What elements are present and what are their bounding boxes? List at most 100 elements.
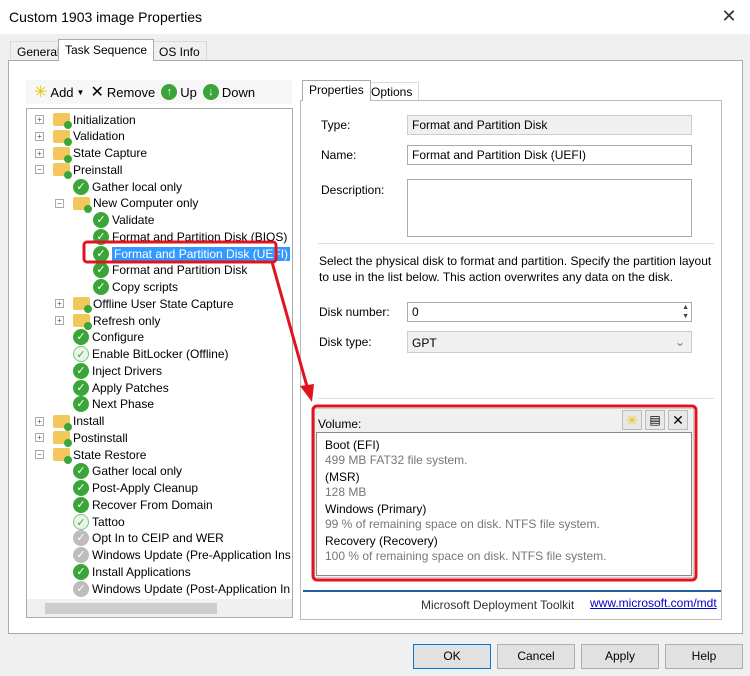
tree-item[interactable]: ✓ Enable BitLocker (Offline) (55, 346, 229, 363)
new-volume-icon[interactable]: ✳ (622, 410, 642, 430)
tree-item-label: Install (73, 414, 105, 428)
tree-item-label: Windows Update (Post-Application In (92, 581, 291, 596)
volume-item[interactable]: Windows (Primary) 99 % of remaining space… (325, 502, 683, 532)
tree-item[interactable]: + Validation (35, 128, 125, 146)
disk-number-input[interactable]: 0 ▲ ▼ (407, 302, 692, 322)
tree-item[interactable]: ✓ Validate (75, 212, 154, 229)
horizontal-scroll-thumb[interactable] (45, 603, 217, 614)
tree-item-label: Format and Partition Disk (BIOS) (112, 229, 288, 244)
tree-item[interactable]: ✓ Windows Update (Pre-Application Ins (55, 547, 291, 564)
expand-toggle-icon[interactable]: + (35, 148, 44, 158)
tree-item[interactable]: + Offline User State Capture (55, 295, 234, 314)
expand-toggle-icon[interactable]: + (55, 316, 64, 325)
volume-properties-icon[interactable]: ▤ (645, 410, 665, 430)
tree-item-label: New Computer only (93, 196, 199, 211)
tree-item[interactable]: + State Capture (35, 145, 147, 163)
folder-icon (73, 314, 92, 330)
tree-item[interactable]: ✓ Configure (55, 329, 144, 346)
check-icon: ✓ (93, 279, 109, 295)
tree-item[interactable]: ✓ Windows Update (Post-Application In (55, 580, 290, 597)
tree-item[interactable]: ✓ Gather local only (55, 463, 182, 480)
disabled-check-icon: ✓ (73, 530, 89, 547)
close-icon[interactable]: ✕ (716, 6, 742, 28)
tree-item[interactable]: ✓ Apply Patches (55, 379, 169, 396)
tree-connector (55, 467, 64, 476)
expand-toggle-icon[interactable]: + (55, 299, 64, 309)
tree-item-label: Preinstall (73, 162, 123, 177)
expand-toggle-icon[interactable]: − (35, 450, 44, 459)
up-button[interactable]: ↑ Up (161, 84, 197, 100)
tree-connector (75, 232, 84, 241)
disk-type-select[interactable]: GPT ⌄ (407, 331, 692, 353)
mdt-link[interactable]: www.microsoft.com/mdt (590, 596, 717, 610)
tree-item[interactable]: ✓ Recover From Domain (55, 496, 213, 513)
disabled-check-icon: ✓ (73, 547, 89, 563)
spinner-icon[interactable]: ▲ ▼ (682, 303, 689, 321)
tree-item[interactable]: + Install (35, 413, 105, 431)
tree-item[interactable]: ✓ Tattoo (55, 513, 125, 530)
folder-icon (53, 146, 72, 163)
expand-toggle-icon[interactable]: + (35, 115, 44, 124)
volume-name: Windows (Primary) (325, 502, 427, 516)
remove-button[interactable]: ✕ Remove (90, 82, 155, 102)
tree-item[interactable]: ✓ Format and Partition Disk (UEFI) (75, 245, 291, 262)
folder-icon (53, 448, 72, 464)
tree-item[interactable]: − New Computer only (55, 195, 199, 213)
tree-connector (75, 266, 84, 275)
tree-item[interactable]: − Preinstall (35, 161, 123, 180)
name-input[interactable]: Format and Partition Disk (UEFI) (407, 145, 692, 165)
ok-button[interactable]: OK (413, 644, 491, 669)
tree-item[interactable]: ✓ Install Applications (55, 563, 191, 580)
cancel-button[interactable]: Cancel (497, 644, 575, 669)
volume-name: (MSR) (325, 470, 360, 484)
tree-item[interactable]: ✓ Opt In to CEIP and WER (55, 530, 224, 547)
tree-item[interactable]: ✓ Copy scripts (75, 279, 178, 296)
tree-item-label: Opt In to CEIP and WER (92, 531, 224, 546)
divider (318, 398, 714, 399)
add-button[interactable]: ✳ Add ▼ (34, 82, 84, 102)
tree-item[interactable]: + Refresh only (55, 312, 160, 330)
tree-connector (55, 567, 64, 576)
volume-item[interactable]: Recovery (Recovery) 100 % of remaining sp… (325, 534, 683, 564)
volume-list[interactable]: Boot (EFI) 499 MB FAT32 file system. (MSR… (316, 432, 692, 576)
description-input[interactable] (407, 179, 692, 237)
divider (318, 243, 714, 244)
name-label: Name: (321, 148, 357, 162)
tree-item[interactable]: ✓ Inject Drivers (55, 362, 162, 379)
volume-item[interactable]: Boot (EFI) 499 MB FAT32 file system. (325, 438, 683, 468)
chevron-down-icon: ⌄ (674, 335, 685, 349)
volume-item[interactable]: (MSR) 128 MB (325, 470, 683, 500)
tree-item[interactable]: ✓ Next Phase (55, 396, 154, 413)
tree-connector (75, 216, 84, 225)
expand-toggle-icon[interactable]: − (35, 165, 44, 175)
tree-item[interactable]: ✓ Format and Partition Disk (75, 262, 247, 279)
tree-item-label: State Restore (73, 447, 147, 462)
delete-volume-icon[interactable]: ✕ (668, 410, 688, 430)
tree-item[interactable]: ✓ Post-Apply Cleanup (55, 480, 198, 497)
expand-toggle-icon[interactable]: − (55, 198, 64, 208)
tab-task-sequence[interactable]: Task Sequence (58, 39, 155, 61)
check-icon: ✓ (93, 262, 109, 279)
expand-toggle-icon[interactable]: + (35, 416, 44, 426)
tree-item-label: Recover From Domain (92, 497, 213, 512)
check-icon: ✓ (73, 463, 89, 480)
apply-button[interactable]: Apply (581, 644, 659, 669)
expand-toggle-icon[interactable]: + (35, 433, 44, 443)
tree-item-label: Initialization (73, 112, 136, 127)
tree-item-label: Tattoo (92, 514, 125, 529)
help-button[interactable]: Help (665, 644, 743, 669)
tree-item[interactable]: + Initialization (35, 111, 136, 129)
down-button[interactable]: ↓ Down (202, 84, 255, 100)
task-sequence-tree[interactable]: + Initialization + Validation + State Capture… (26, 108, 293, 618)
tree-item[interactable]: + Postinstall (35, 429, 128, 448)
toolbar: ✳ Add ▼ ✕ Remove ↑ Up ↓ Down (26, 80, 292, 104)
tree-item[interactable]: ✓ Format and Partition Disk (BIOS) (75, 228, 287, 245)
tab-properties[interactable]: Properties (302, 80, 371, 101)
tree-item[interactable]: ✓ Gather local only (55, 178, 182, 195)
expand-toggle-icon[interactable]: + (35, 131, 44, 141)
tab-os-info[interactable]: OS Info (152, 41, 207, 61)
tab-options[interactable]: Options (364, 82, 420, 101)
tree-item[interactable]: − State Restore (35, 446, 147, 464)
folder-icon (73, 297, 92, 314)
disk-number-value: 0 (412, 305, 419, 319)
